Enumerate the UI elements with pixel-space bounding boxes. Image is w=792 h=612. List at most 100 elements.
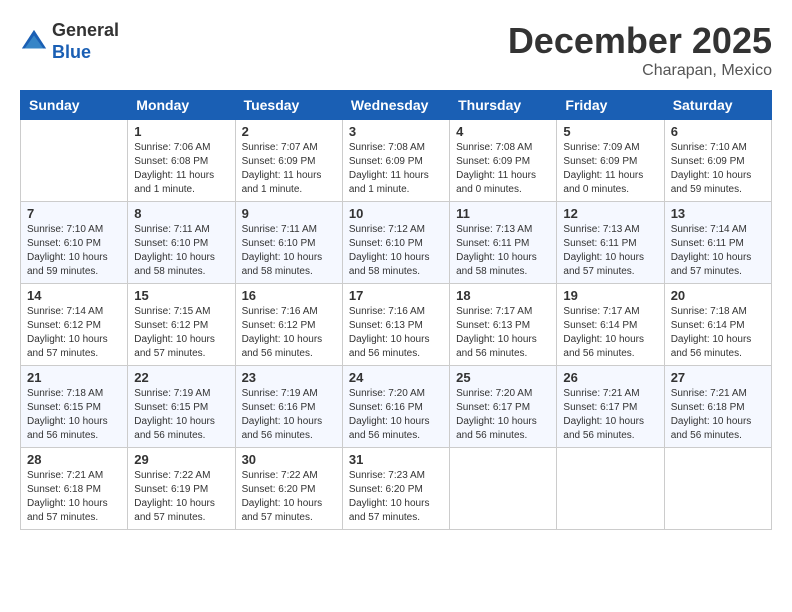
day-number: 1 (134, 124, 228, 139)
day-info: Sunrise: 7:21 AM Sunset: 6:18 PM Dayligh… (671, 387, 765, 443)
table-row: 7 Sunrise: 7:10 AM Sunset: 6:10 PM Daylig… (21, 202, 128, 284)
table-row: 2 Sunrise: 7:07 AM Sunset: 6:09 PM Daylig… (235, 120, 342, 202)
table-row: 27 Sunrise: 7:21 AM Sunset: 6:18 PM Dayli… (664, 366, 771, 448)
day-number: 20 (671, 288, 765, 303)
day-number: 4 (456, 124, 550, 139)
day-info: Sunrise: 7:11 AM Sunset: 6:10 PM Dayligh… (134, 223, 228, 279)
day-number: 30 (242, 452, 336, 467)
day-number: 9 (242, 206, 336, 221)
table-row: 20 Sunrise: 7:18 AM Sunset: 6:14 PM Dayli… (664, 284, 771, 366)
table-row: 14Sunrise: 7:14 AM Sunset: 6:12 PM Dayli… (21, 284, 128, 366)
day-info: Sunrise: 7:18 AM Sunset: 6:14 PM Dayligh… (671, 305, 765, 361)
day-number: 11 (456, 206, 550, 221)
day-number: 6 (671, 124, 765, 139)
table-row: 10 Sunrise: 7:12 AM Sunset: 6:10 PM Dayli… (342, 202, 449, 284)
day-number: 25 (456, 370, 550, 385)
day-info: Sunrise: 7:16 AM Sunset: 6:12 PM Dayligh… (242, 305, 336, 361)
col-saturday: Saturday (664, 91, 771, 120)
col-wednesday: Wednesday (342, 91, 449, 120)
day-info: Sunrise: 7:23 AM Sunset: 6:20 PM Dayligh… (349, 469, 443, 525)
day-info: Sunrise: 7:19 AM Sunset: 6:15 PM Dayligh… (134, 387, 228, 443)
day-info: Sunrise: 7:20 AM Sunset: 6:17 PM Dayligh… (456, 387, 550, 443)
day-info: Sunrise: 7:11 AM Sunset: 6:10 PM Dayligh… (242, 223, 336, 279)
table-row: 19Sunrise: 7:17 AM Sunset: 6:14 PM Dayli… (557, 284, 664, 366)
table-row: 8Sunrise: 7:11 AM Sunset: 6:10 PM Daylig… (128, 202, 235, 284)
day-number: 18 (456, 288, 550, 303)
month-title: December 2025 (508, 20, 772, 62)
calendar-week-row: 7 Sunrise: 7:10 AM Sunset: 6:10 PM Daylig… (21, 202, 772, 284)
table-row: 4Sunrise: 7:08 AM Sunset: 6:09 PM Daylig… (450, 120, 557, 202)
logo-icon (20, 28, 48, 56)
day-number: 3 (349, 124, 443, 139)
day-info: Sunrise: 7:15 AM Sunset: 6:12 PM Dayligh… (134, 305, 228, 361)
table-row: 31 Sunrise: 7:23 AM Sunset: 6:20 PM Dayli… (342, 448, 449, 530)
table-row: 28Sunrise: 7:21 AM Sunset: 6:18 PM Dayli… (21, 448, 128, 530)
logo-general: General (52, 20, 119, 40)
table-row: 21Sunrise: 7:18 AM Sunset: 6:15 PM Dayli… (21, 366, 128, 448)
day-info: Sunrise: 7:07 AM Sunset: 6:09 PM Dayligh… (242, 141, 336, 197)
day-info: Sunrise: 7:17 AM Sunset: 6:13 PM Dayligh… (456, 305, 550, 361)
day-number: 21 (27, 370, 121, 385)
day-number: 24 (349, 370, 443, 385)
day-number: 10 (349, 206, 443, 221)
table-row (21, 120, 128, 202)
day-info: Sunrise: 7:13 AM Sunset: 6:11 PM Dayligh… (456, 223, 550, 279)
table-row: 1 Sunrise: 7:06 AM Sunset: 6:08 PM Daylig… (128, 120, 235, 202)
day-info: Sunrise: 7:12 AM Sunset: 6:10 PM Dayligh… (349, 223, 443, 279)
day-info: Sunrise: 7:20 AM Sunset: 6:16 PM Dayligh… (349, 387, 443, 443)
table-row: 15 Sunrise: 7:15 AM Sunset: 6:12 PM Dayli… (128, 284, 235, 366)
day-number: 13 (671, 206, 765, 221)
day-number: 28 (27, 452, 121, 467)
table-row: 5 Sunrise: 7:09 AM Sunset: 6:09 PM Daylig… (557, 120, 664, 202)
day-info: Sunrise: 7:09 AM Sunset: 6:09 PM Dayligh… (563, 141, 657, 197)
day-info: Sunrise: 7:16 AM Sunset: 6:13 PM Dayligh… (349, 305, 443, 361)
calendar-week-row: 28Sunrise: 7:21 AM Sunset: 6:18 PM Dayli… (21, 448, 772, 530)
table-row: 12 Sunrise: 7:13 AM Sunset: 6:11 PM Dayli… (557, 202, 664, 284)
day-info: Sunrise: 7:19 AM Sunset: 6:16 PM Dayligh… (242, 387, 336, 443)
table-row (664, 448, 771, 530)
calendar-header-row: Sunday Monday Tuesday Wednesday Thursday… (21, 91, 772, 120)
day-number: 19 (563, 288, 657, 303)
day-info: Sunrise: 7:06 AM Sunset: 6:08 PM Dayligh… (134, 141, 228, 197)
logo-blue: Blue (52, 42, 91, 62)
day-info: Sunrise: 7:22 AM Sunset: 6:20 PM Dayligh… (242, 469, 336, 525)
table-row: 3 Sunrise: 7:08 AM Sunset: 6:09 PM Daylig… (342, 120, 449, 202)
day-number: 27 (671, 370, 765, 385)
day-number: 15 (134, 288, 228, 303)
day-info: Sunrise: 7:10 AM Sunset: 6:09 PM Dayligh… (671, 141, 765, 197)
day-number: 16 (242, 288, 336, 303)
col-thursday: Thursday (450, 91, 557, 120)
table-row: 6 Sunrise: 7:10 AM Sunset: 6:09 PM Daylig… (664, 120, 771, 202)
table-row: 11 Sunrise: 7:13 AM Sunset: 6:11 PM Dayli… (450, 202, 557, 284)
day-info: Sunrise: 7:21 AM Sunset: 6:17 PM Dayligh… (563, 387, 657, 443)
calendar-table: Sunday Monday Tuesday Wednesday Thursday… (20, 90, 772, 530)
day-number: 29 (134, 452, 228, 467)
day-number: 7 (27, 206, 121, 221)
calendar-week-row: 1 Sunrise: 7:06 AM Sunset: 6:08 PM Daylig… (21, 120, 772, 202)
table-row: 16 Sunrise: 7:16 AM Sunset: 6:12 PM Dayli… (235, 284, 342, 366)
table-row: 9 Sunrise: 7:11 AM Sunset: 6:10 PM Daylig… (235, 202, 342, 284)
table-row: 17Sunrise: 7:16 AM Sunset: 6:13 PM Dayli… (342, 284, 449, 366)
day-info: Sunrise: 7:22 AM Sunset: 6:19 PM Dayligh… (134, 469, 228, 525)
table-row: 25 Sunrise: 7:20 AM Sunset: 6:17 PM Dayli… (450, 366, 557, 448)
day-number: 5 (563, 124, 657, 139)
day-number: 12 (563, 206, 657, 221)
logo: General Blue (20, 20, 119, 63)
col-sunday: Sunday (21, 91, 128, 120)
day-number: 2 (242, 124, 336, 139)
col-friday: Friday (557, 91, 664, 120)
table-row (557, 448, 664, 530)
table-row: 26Sunrise: 7:21 AM Sunset: 6:17 PM Dayli… (557, 366, 664, 448)
day-info: Sunrise: 7:08 AM Sunset: 6:09 PM Dayligh… (349, 141, 443, 197)
table-row (450, 448, 557, 530)
day-info: Sunrise: 7:14 AM Sunset: 6:12 PM Dayligh… (27, 305, 121, 361)
table-row: 23Sunrise: 7:19 AM Sunset: 6:16 PM Dayli… (235, 366, 342, 448)
day-number: 31 (349, 452, 443, 467)
table-row: 18 Sunrise: 7:17 AM Sunset: 6:13 PM Dayli… (450, 284, 557, 366)
day-number: 22 (134, 370, 228, 385)
table-row: 29 Sunrise: 7:22 AM Sunset: 6:19 PM Dayli… (128, 448, 235, 530)
day-info: Sunrise: 7:10 AM Sunset: 6:10 PM Dayligh… (27, 223, 121, 279)
day-info: Sunrise: 7:13 AM Sunset: 6:11 PM Dayligh… (563, 223, 657, 279)
location-title: Charapan, Mexico (508, 62, 772, 80)
calendar-week-row: 14Sunrise: 7:14 AM Sunset: 6:12 PM Dayli… (21, 284, 772, 366)
